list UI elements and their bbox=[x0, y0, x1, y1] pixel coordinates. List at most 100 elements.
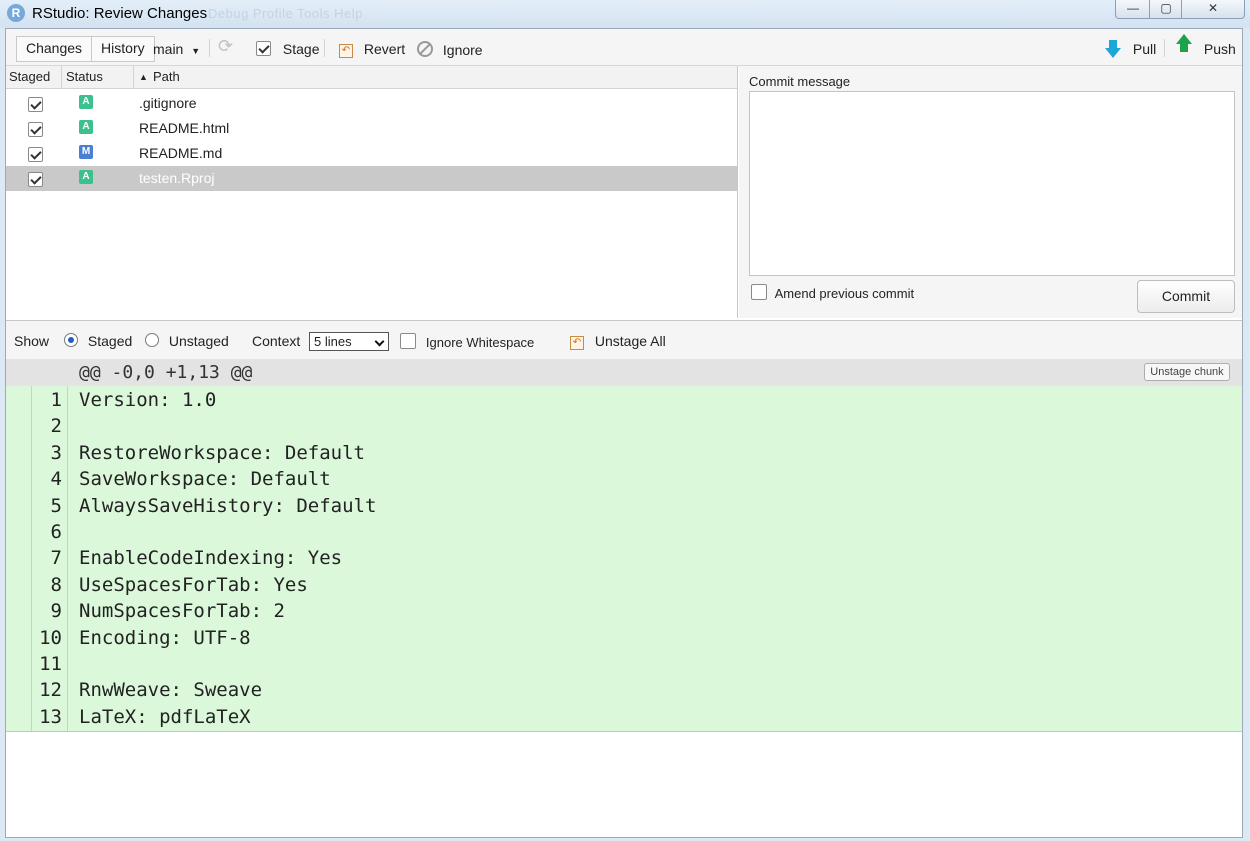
stage-button[interactable]: Stage bbox=[256, 41, 319, 57]
staged-checkbox[interactable] bbox=[28, 97, 43, 112]
push-label: Push bbox=[1203, 41, 1236, 57]
diff-line: 7 EnableCodeIndexing: Yes bbox=[6, 545, 1242, 571]
line-content: UseSpacesForTab: Yes bbox=[79, 573, 308, 596]
toolbar: Changes History main ▼ ⟳ Stage ↶ Revert … bbox=[6, 29, 1242, 66]
rstudio-logo-icon: R bbox=[7, 4, 25, 22]
hunk-range: @@ -0,0 +1,13 @@ bbox=[79, 362, 253, 383]
line-number: 9 bbox=[50, 600, 62, 623]
ignore-whitespace-label: Ignore Whitespace bbox=[425, 335, 535, 350]
stage-label: Stage bbox=[282, 41, 320, 57]
push-button[interactable]: Push bbox=[1176, 34, 1236, 57]
diff-line: 2 bbox=[6, 413, 1242, 439]
path-column-header[interactable]: Path bbox=[153, 69, 180, 84]
staged-checkbox[interactable] bbox=[28, 147, 43, 162]
unstage-chunk-button[interactable]: Unstage chunk bbox=[1144, 363, 1230, 381]
review-changes-window: Changes History main ▼ ⟳ Stage ↶ Revert … bbox=[5, 28, 1243, 838]
branch-dropdown[interactable]: main ▼ bbox=[153, 41, 200, 59]
diff-line: 1 Version: 1.0 bbox=[6, 387, 1242, 413]
ignore-label: Ignore bbox=[442, 42, 483, 58]
minimize-button[interactable]: — bbox=[1115, 0, 1151, 19]
unstage-all-button[interactable]: ↶ Unstage All bbox=[570, 333, 666, 350]
diff-line: 13 LaTeX: pdfLaTeX bbox=[6, 704, 1242, 730]
maximize-button[interactable]: ▢ bbox=[1149, 0, 1183, 19]
file-list-header: Staged Status ▲ Path bbox=[6, 66, 737, 89]
changes-tab[interactable]: Changes bbox=[17, 37, 91, 61]
line-content: Encoding: UTF-8 bbox=[79, 626, 251, 649]
diff-controls-bar: Show Staged Unstaged Context 5 lines Ign… bbox=[6, 320, 1242, 360]
line-number: 13 bbox=[39, 705, 62, 728]
window-title: RStudio: Review Changes bbox=[32, 5, 208, 22]
line-content: LaTeX: pdfLaTeX bbox=[79, 705, 251, 728]
file-status-badge: M bbox=[79, 145, 93, 159]
line-number: 1 bbox=[50, 389, 62, 411]
amend-checkbox-box bbox=[751, 284, 767, 300]
commit-message-input[interactable] bbox=[749, 91, 1235, 276]
line-number: 3 bbox=[50, 441, 62, 464]
revert-label: Revert bbox=[363, 41, 406, 57]
toolbar-divider bbox=[324, 39, 325, 57]
show-label: Show bbox=[14, 333, 50, 349]
status-column-header[interactable]: Status bbox=[66, 69, 103, 84]
view-switcher: Changes History bbox=[16, 36, 155, 62]
staged-radio[interactable]: Staged bbox=[64, 333, 132, 349]
line-number: 2 bbox=[50, 415, 62, 438]
unstaged-radio[interactable]: Unstaged bbox=[145, 333, 229, 349]
staged-checkbox[interactable] bbox=[28, 122, 43, 137]
close-button[interactable]: ✕ bbox=[1181, 0, 1245, 19]
file-row[interactable]: A .gitignore bbox=[6, 91, 737, 116]
file-path: testen.Rproj bbox=[139, 170, 215, 186]
staged-radio-dot bbox=[64, 333, 78, 347]
refresh-icon[interactable]: ⟳ bbox=[218, 37, 233, 55]
ignore-whitespace-checkbox[interactable]: Ignore Whitespace bbox=[400, 333, 534, 350]
context-label: Context bbox=[252, 333, 301, 349]
revert-button[interactable]: ↶ Revert bbox=[339, 41, 405, 58]
history-tab[interactable]: History bbox=[91, 37, 154, 61]
line-number: 4 bbox=[50, 468, 62, 491]
line-number: 12 bbox=[39, 679, 62, 702]
line-number: 7 bbox=[50, 547, 62, 570]
staged-checkbox[interactable] bbox=[28, 172, 43, 187]
line-number: 11 bbox=[39, 653, 62, 675]
staged-column-header[interactable]: Staged bbox=[9, 69, 50, 84]
toolbar-divider bbox=[1164, 39, 1165, 57]
sort-ascending-icon: ▲ bbox=[139, 72, 148, 82]
diff-body: 1 Version: 1.0 2 3 RestoreWorkspace: Default… bbox=[6, 386, 1242, 732]
commit-button[interactable]: Commit bbox=[1137, 280, 1235, 313]
chevron-down-icon: ▼ bbox=[191, 46, 201, 56]
file-status-badge: A bbox=[79, 120, 93, 134]
unstaged-radio-dot bbox=[145, 333, 159, 347]
context-lines-select[interactable]: 5 lines bbox=[309, 332, 389, 351]
diff-line: 6 bbox=[6, 519, 1242, 545]
pull-arrow-icon bbox=[1105, 40, 1121, 58]
line-number: 10 bbox=[39, 626, 62, 649]
file-row[interactable]: Atesten.Rproj bbox=[6, 166, 737, 191]
ignore-icon bbox=[417, 41, 433, 57]
unstage-all-label: Unstage All bbox=[594, 333, 666, 349]
file-row[interactable]: A README.html bbox=[6, 116, 737, 141]
toolbar-divider bbox=[209, 39, 210, 57]
ignore-whitespace-box bbox=[400, 333, 416, 349]
amend-previous-commit-checkbox[interactable]: Amend previous commit bbox=[751, 284, 914, 301]
diff-line: 11 bbox=[6, 651, 1242, 677]
staged-radio-label: Staged bbox=[87, 333, 133, 349]
hunk-header: @@ -0,0 +1,13 @@ Unstage chunk bbox=[6, 359, 1242, 386]
ignore-button[interactable]: Ignore bbox=[417, 41, 483, 58]
file-row[interactable]: M README.md bbox=[6, 141, 737, 166]
changed-files-list: Staged Status ▲ Path A .gitignore A README.… bbox=[6, 66, 738, 318]
title-bar: R RStudio: Review Changes Debug Profile … bbox=[0, 0, 1250, 28]
diff-line: 10 Encoding: UTF-8 bbox=[6, 625, 1242, 651]
pull-button[interactable]: Pull bbox=[1105, 39, 1156, 58]
line-number: 6 bbox=[50, 521, 62, 543]
unstage-all-icon: ↶ bbox=[570, 336, 584, 350]
column-divider bbox=[61, 66, 62, 88]
file-path: README.html bbox=[139, 120, 230, 136]
background-menu-ghost: Debug Profile Tools Help bbox=[208, 6, 363, 21]
line-content: Version: 1.0 bbox=[79, 389, 217, 411]
line-content: RnwWeave: Sweave bbox=[79, 679, 263, 702]
line-content: NumSpacesForTab: 2 bbox=[79, 600, 285, 623]
diff-line: 3 RestoreWorkspace: Default bbox=[6, 440, 1242, 466]
diff-line: 5 AlwaysSaveHistory: Default bbox=[6, 493, 1242, 519]
stage-check-icon bbox=[256, 41, 271, 56]
diff-line: 4 SaveWorkspace: Default bbox=[6, 466, 1242, 492]
diff-line: 12 RnwWeave: Sweave bbox=[6, 677, 1242, 703]
